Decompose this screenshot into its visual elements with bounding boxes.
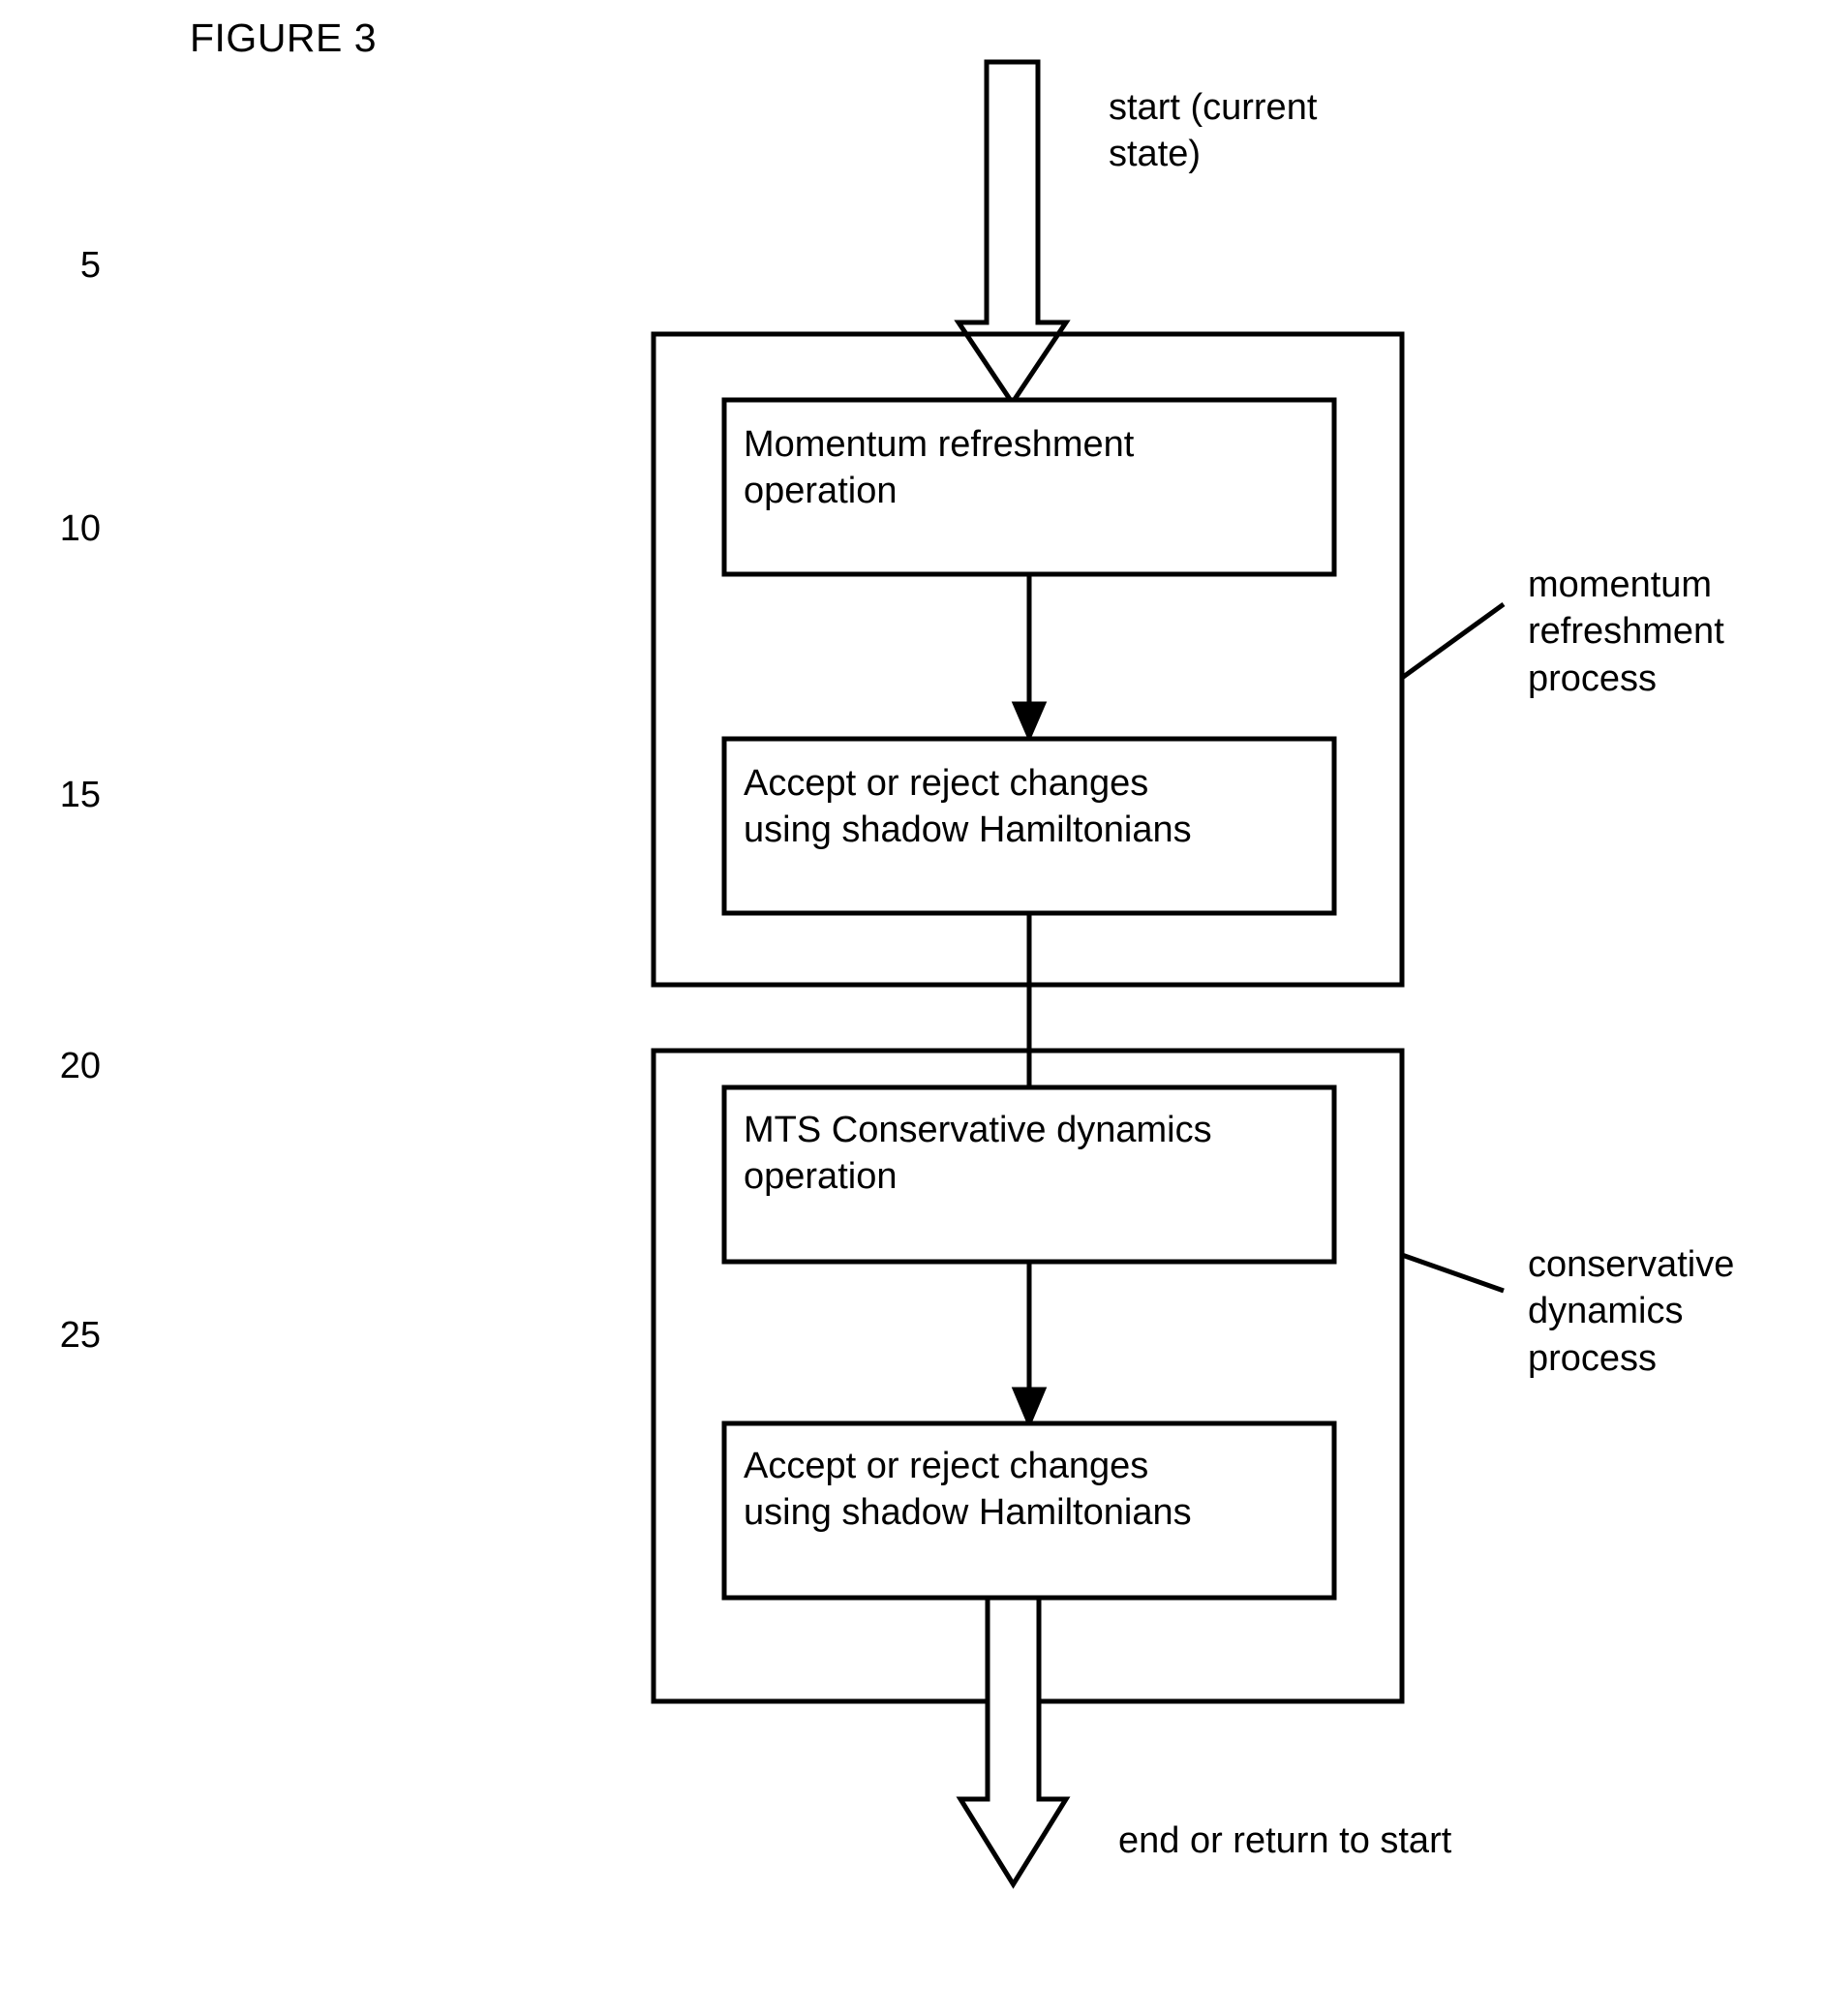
line-number-5: 5 [79, 245, 101, 286]
end-label: end or return to start [1118, 1820, 1452, 1861]
line-number-20: 20 [59, 1046, 101, 1086]
conservative-dynamics-process-callout: conservative dynamics process [1528, 1244, 1735, 1379]
line-number-25: 25 [59, 1315, 101, 1356]
flowchart-canvas [651, 59, 1506, 1889]
figure-page: FIGURE 3 5 10 15 20 25 start (current st… [0, 0, 1827, 2016]
arrow-head-box3-box4 [1011, 1387, 1048, 1429]
line-number-10: 10 [59, 508, 101, 549]
arrow-head-box1-box2 [1011, 701, 1048, 743]
callout-leader-line-conservative [1401, 1252, 1505, 1294]
callout-leader-line-momentum [1400, 601, 1506, 681]
line-number-15: 15 [59, 775, 101, 815]
momentum-refreshment-operation-label: Momentum refreshment operation [744, 424, 1135, 512]
start-label: start (current state) [1109, 87, 1318, 175]
mts-conservative-dynamics-operation-label: MTS Conservative dynamics operation [744, 1110, 1212, 1198]
end-block-arrow [956, 1595, 1071, 1889]
page-title: FIGURE 3 [190, 15, 378, 60]
accept-reject-shadow-hamiltonians-label-1: Accept or reject changes using shadow Ha… [744, 763, 1192, 851]
start-block-arrow [954, 59, 1071, 408]
momentum-refreshment-process-callout: momentum refreshment process [1528, 565, 1724, 699]
accept-reject-shadow-hamiltonians-label-2: Accept or reject changes using shadow Ha… [744, 1446, 1192, 1534]
